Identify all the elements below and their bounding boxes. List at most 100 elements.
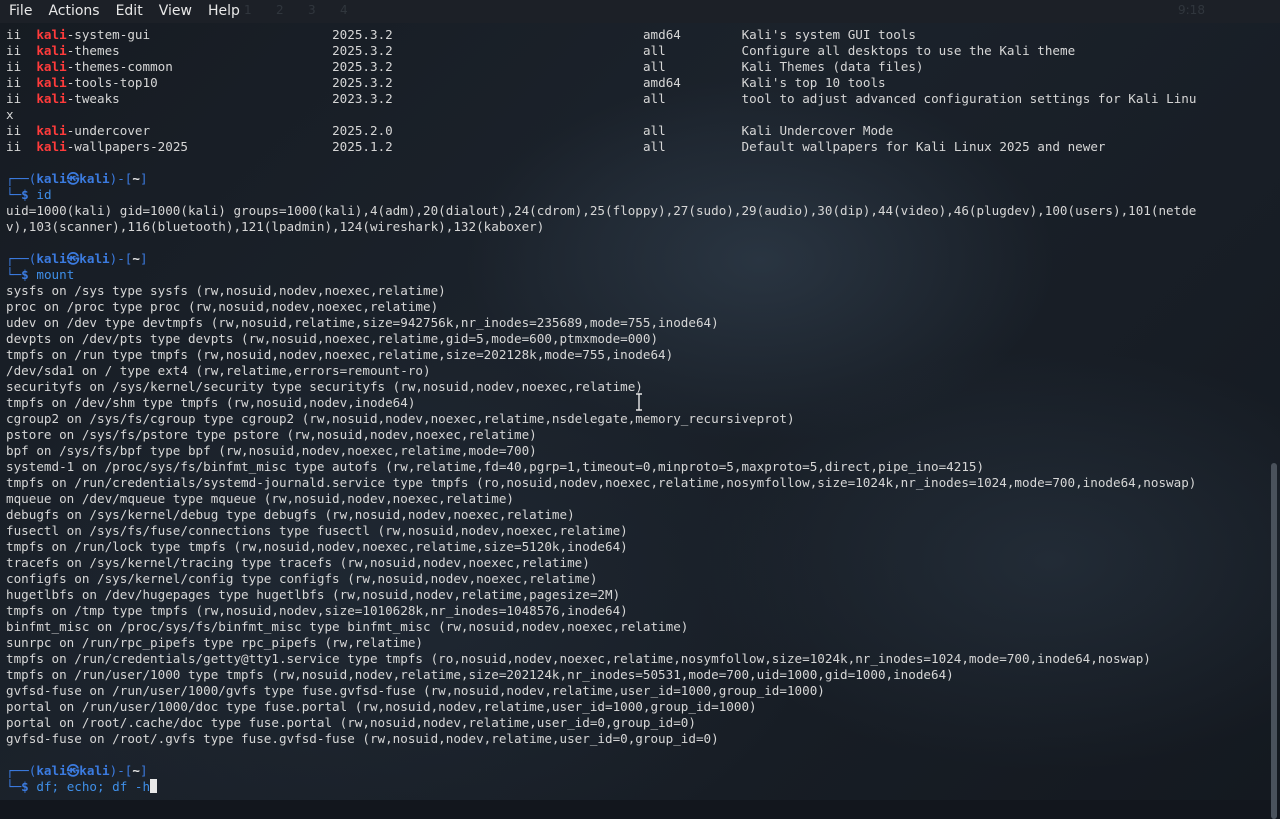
package-description: Default wallpapers for Kali Linux 2025 a… [741,139,1106,154]
output-text: proc on /proc type proc (rw,nosuid,nodev… [6,299,439,314]
output-line: udev on /dev type devtmpfs (rw,nosuid,re… [6,315,1268,331]
output-line: pstore on /sys/fs/pstore type pstore (rw… [6,427,1268,443]
prompt-dir: ~ [132,251,140,266]
package-arch: all [642,123,666,138]
package-version: 2025.3.2 [332,75,393,90]
package-row: ii kali-tweaks 2023.3.2 all tool to adju… [6,91,1268,107]
package-row: ii kali-themes-common 2025.3.2 all Kali … [6,59,1268,75]
prompt-header: ┌──(kali㉿kali)-[~] [6,171,1268,187]
output-line: mqueue on /dev/mqueue type mqueue (rw,no… [6,491,1268,507]
package-name-highlight: kali [36,91,67,106]
prompt-at: ㉿ [66,251,80,266]
prompt-bracket: )-[ [109,251,133,266]
package-arch: amd64 [642,75,681,90]
output-text: fusectl on /sys/fs/fuse/connections type… [6,523,628,538]
menu-view[interactable]: View [151,0,200,23]
text-cursor-icon [636,393,642,411]
output-text: hugetlbfs on /dev/hugepages type hugetlb… [6,587,621,602]
output-text: binfmt_misc on /proc/sys/fs/binfmt_misc … [6,619,689,634]
package-status: ii [6,123,22,138]
command-input[interactable]: df; echo; df -h [36,779,150,794]
output-line: gvfsd-fuse on /root/.gvfs type fuse.gvfs… [6,731,1268,747]
workspace-2[interactable]: 2 [276,3,284,17]
prompt-bracket: ] [139,251,148,266]
prompt-bracket: ┌──( [6,763,37,778]
package-status: ii [6,75,22,90]
package-description: Kali's system GUI tools [741,27,916,42]
package-row: ii kali-themes 2025.3.2 all Configure al… [6,43,1268,59]
output-text: tmpfs on /tmp type tmpfs (rw,nosuid,node… [6,603,628,618]
output-text: pstore on /sys/fs/pstore type pstore (rw… [6,427,537,442]
package-wrap-text: x [6,107,14,122]
output-line: tracefs on /sys/kernel/tracing type trac… [6,555,1268,571]
output-text: sysfs on /sys type sysfs (rw,nosuid,node… [6,283,446,298]
terminal-menubar: File Actions Edit View Help 1 2 3 4 9:18 [0,0,1280,23]
scrollbar-thumb[interactable] [1271,463,1277,819]
output-text: gvfsd-fuse on /run/user/1000/gvfs type f… [6,683,825,698]
package-arch: all [642,91,666,106]
prompt-dollar: $ [21,187,29,202]
menu-help[interactable]: Help [200,0,248,23]
output-text: tmpfs on /run/user/1000 type tmpfs (rw,n… [6,667,954,682]
package-row: ii kali-tools-top10 2025.3.2 amd64 Kali'… [6,75,1268,91]
package-name-highlight: kali [36,75,67,90]
output-text: devpts on /dev/pts type devpts (rw,nosui… [6,331,659,346]
prompt-host: kali [79,251,110,266]
package-status: ii [6,91,22,106]
output-line: systemd-1 on /proc/sys/fs/binfmt_misc ty… [6,459,1268,475]
terminal-scrollbar[interactable] [1268,23,1280,819]
package-name-rest: -system-gui [66,27,151,42]
output-text: sunrpc on /run/rpc_pipefs type rpc_pipef… [6,635,424,650]
prompt-dir: ~ [132,763,140,778]
output-text: portal on /run/user/1000/doc type fuse.p… [6,699,757,714]
package-arch: all [642,139,666,154]
menu-actions[interactable]: Actions [40,0,107,23]
package-version: 2025.2.0 [332,123,393,138]
output-text: configfs on /sys/kernel/config type conf… [6,571,598,586]
terminal-output[interactable]: ii kali-system-gui 2025.3.2 amd64 Kali's… [0,27,1268,800]
prompt-dollar: $ [21,779,29,794]
output-line: tmpfs on /run/credentials/getty@tty1.ser… [6,651,1268,667]
package-description: Kali's top 10 tools [741,75,886,90]
terminal-cursor [150,779,158,793]
package-description: Kali Themes (data files) [741,59,924,74]
menu-file[interactable]: File [0,0,40,23]
package-name-rest: -themes-common [66,59,173,74]
prompt-header: ┌──(kali㉿kali)-[~] [6,763,1268,779]
menu-edit[interactable]: Edit [108,0,151,23]
command-text: id [36,187,52,202]
output-text: udev on /dev type devtmpfs (rw,nosuid,re… [6,315,719,330]
output-line: tmpfs on /run type tmpfs (rw,nosuid,node… [6,347,1268,363]
prompt-bracket: ┌──( [6,171,37,186]
package-row: ii kali-undercover 2025.2.0 all Kali Und… [6,123,1268,139]
output-line: sunrpc on /run/rpc_pipefs type rpc_pipef… [6,635,1268,651]
workspace-1[interactable]: 1 [244,3,252,17]
output-text: gvfsd-fuse on /root/.gvfs type fuse.gvfs… [6,731,719,746]
output-line: tmpfs on /run/user/1000 type tmpfs (rw,n… [6,667,1268,683]
output-line: portal on /run/user/1000/doc type fuse.p… [6,699,1268,715]
package-name-highlight: kali [36,123,67,138]
package-row: x [6,107,1268,123]
package-name-highlight: kali [36,139,67,154]
output-text: v),103(scanner),116(bluetooth),121(lpadm… [6,219,545,234]
output-text: portal on /root/.cache/doc type fuse.por… [6,715,696,730]
output-line: /dev/sda1 on / type ext4 (rw,relatime,er… [6,363,1268,379]
package-name-highlight: kali [36,27,67,42]
package-name-rest: -tweaks [66,91,120,106]
output-line: uid=1000(kali) gid=1000(kali) groups=100… [6,203,1268,219]
package-status: ii [6,139,22,154]
package-description: Configure all desktops to use the Kali t… [741,43,1076,58]
package-name-highlight: kali [36,59,67,74]
output-line: gvfsd-fuse on /run/user/1000/gvfs type f… [6,683,1268,699]
clock[interactable]: 9:18 [1178,3,1205,17]
prompt-command-line: └─$ id [6,187,1268,203]
workspace-4[interactable]: 4 [340,3,348,17]
output-text: mqueue on /dev/mqueue type mqueue (rw,no… [6,491,514,506]
prompt-user: kali [36,171,67,186]
prompt-at: ㉿ [66,763,80,778]
workspace-3[interactable]: 3 [308,3,316,17]
output-text: cgroup2 on /sys/fs/cgroup type cgroup2 (… [6,411,795,426]
